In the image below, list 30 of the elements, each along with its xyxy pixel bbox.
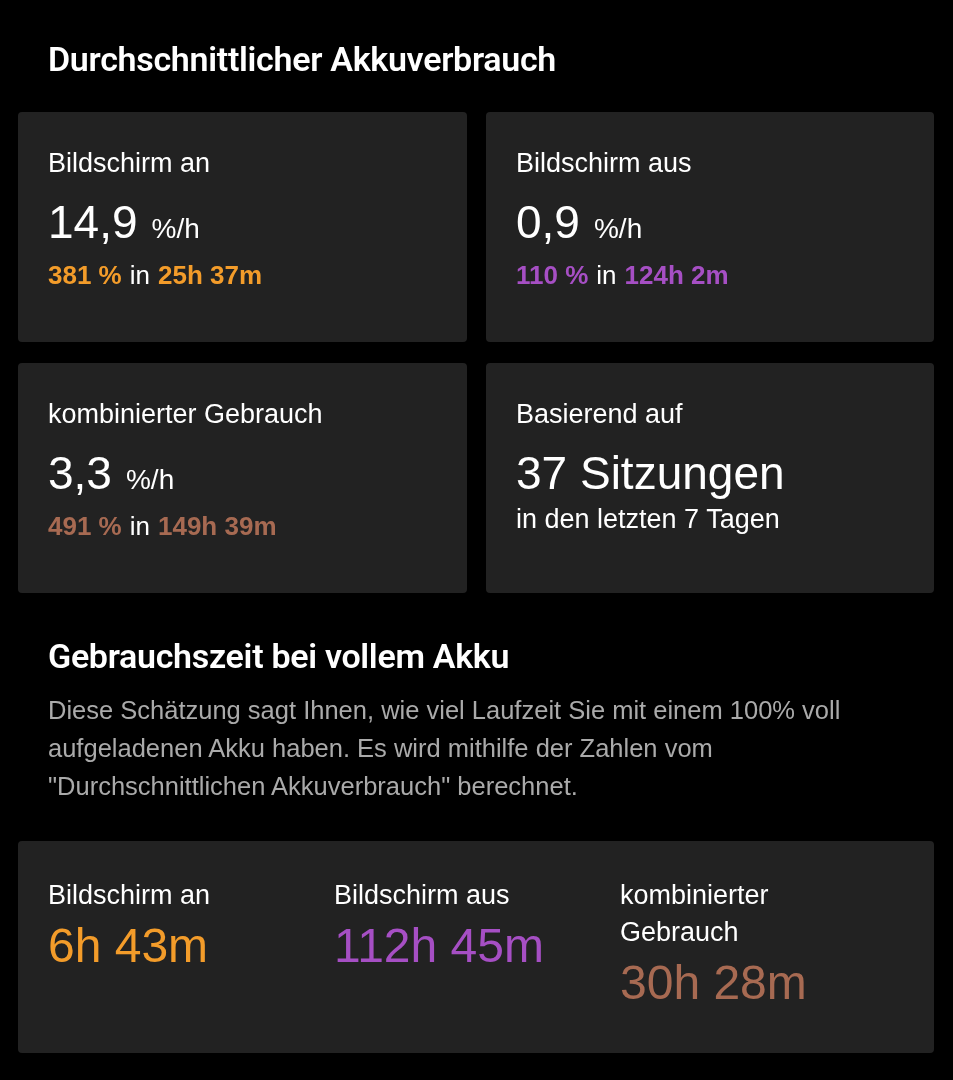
rate-unit: %/h bbox=[593, 212, 643, 246]
estimate-label: Bildschirm aus bbox=[334, 879, 511, 912]
card-label: Bildschirm an bbox=[48, 147, 212, 180]
percent-value: 110 % bbox=[516, 259, 589, 292]
description-text: Diese Schätzung sagt Ihnen, wie viel Laufzeit Sie mit einem 100% voll aufgeladenen Akku haben. Es wird mithilfe der Zahlen vom "Durchschnittlichen Akkuverbrauch" berechnet. bbox=[48, 695, 842, 802]
rate-unit: %/h bbox=[151, 212, 200, 246]
percent-value: 491 % bbox=[48, 510, 122, 543]
rate-value: 14,9 bbox=[48, 195, 138, 250]
connector-text: in bbox=[129, 510, 150, 543]
percent-value: 381 % bbox=[48, 259, 122, 292]
section-title: Gebrauchszeit bei vollem Akku bbox=[48, 635, 511, 678]
card-label: Bildschirm aus bbox=[516, 147, 693, 180]
session-count: 37 Sitzungen bbox=[516, 446, 786, 501]
estimate-value: 30h 28m bbox=[620, 955, 808, 1011]
card-label: kombinierter Gebrauch bbox=[48, 398, 324, 431]
estimate-value: 112h 45m bbox=[334, 918, 545, 974]
rate-unit: %/h bbox=[125, 463, 175, 497]
period-note: in den letzten 7 Tagen bbox=[516, 503, 781, 536]
estimate-label: Bildschirm an bbox=[48, 879, 212, 912]
duration-value: 25h 37m bbox=[158, 259, 263, 292]
connector-text: in bbox=[129, 259, 150, 292]
rate-value: 3,3 bbox=[48, 446, 112, 501]
card-label: Basierend auf bbox=[516, 398, 684, 431]
section-title: Durchschnittlicher Akkuverbrauch bbox=[48, 38, 557, 81]
estimate-label: kombinierter Gebrauch bbox=[620, 879, 770, 949]
duration-value: 124h 2m bbox=[624, 259, 729, 292]
rate-value: 0,9 bbox=[516, 195, 580, 250]
duration-value: 149h 39m bbox=[158, 510, 277, 543]
connector-text: in bbox=[596, 259, 617, 292]
estimate-value: 6h 43m bbox=[48, 918, 210, 974]
